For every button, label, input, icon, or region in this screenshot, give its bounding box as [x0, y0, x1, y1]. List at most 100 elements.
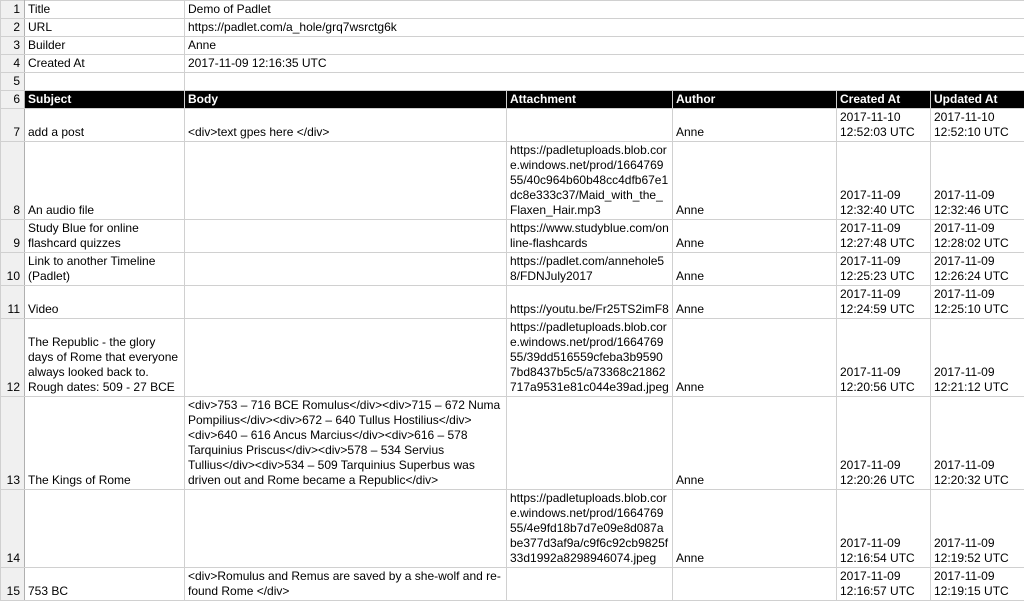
table-row: 13The Kings of Rome<div>753 – 716 BCE Ro…	[1, 397, 1024, 490]
col-attachment-header[interactable]: Attachment	[507, 91, 673, 109]
col-author-header[interactable]: Author	[673, 91, 837, 109]
col-body-header[interactable]: Body	[185, 91, 507, 109]
row-number[interactable]: 11	[1, 286, 25, 319]
row-number[interactable]: 2	[1, 19, 25, 37]
meta-value-cell[interactable]: https://padlet.com/a_hole/grq7wsrctg6k	[185, 19, 1024, 37]
meta-label-cell[interactable]: Builder	[25, 37, 185, 55]
row-number[interactable]: 9	[1, 220, 25, 253]
cell-subject[interactable]: An audio file	[25, 142, 185, 220]
cell-updated[interactable]: 2017-11-09 12:25:10 UTC	[931, 286, 1024, 319]
cell-subject[interactable]: Link to another Timeline (Padlet)	[25, 253, 185, 286]
meta-row: 5	[1, 73, 1024, 91]
table-row: 15753 BC<div>Romulus and Remus are saved…	[1, 568, 1024, 601]
cell-created[interactable]: 2017-11-09 12:24:59 UTC	[837, 286, 931, 319]
cell-body[interactable]	[185, 253, 507, 286]
cell-updated[interactable]: 2017-11-09 12:26:24 UTC	[931, 253, 1024, 286]
meta-row: 4Created At2017-11-09 12:16:35 UTC	[1, 55, 1024, 73]
cell-attachment[interactable]: https://padlet.com/annehole58/FDNJuly201…	[507, 253, 673, 286]
cell-attachment[interactable]	[507, 109, 673, 142]
row-number[interactable]: 1	[1, 1, 25, 19]
meta-label-cell[interactable]	[25, 73, 185, 91]
meta-row: 1TitleDemo of Padlet	[1, 1, 1024, 19]
cell-created[interactable]: 2017-11-09 12:25:23 UTC	[837, 253, 931, 286]
cell-created[interactable]: 2017-11-09 12:20:26 UTC	[837, 397, 931, 490]
table-row: 14 https://padletuploads.blob.core.window…	[1, 490, 1024, 568]
cell-updated[interactable]: 2017-11-10 12:52:10 UTC	[931, 109, 1024, 142]
cell-attachment[interactable]: https://padletuploads.blob.core.windows.…	[507, 142, 673, 220]
cell-updated[interactable]: 2017-11-09 12:19:52 UTC	[931, 490, 1024, 568]
spreadsheet-table[interactable]: 1TitleDemo of Padlet2URLhttps://padlet.c…	[0, 0, 1024, 601]
cell-subject[interactable]	[25, 490, 185, 568]
cell-author[interactable]: Anne	[673, 220, 837, 253]
cell-author[interactable]: Anne	[673, 253, 837, 286]
cell-author[interactable]: Anne	[673, 397, 837, 490]
cell-created[interactable]: 2017-11-09 12:20:56 UTC	[837, 319, 931, 397]
cell-attachment[interactable]: https://youtu.be/Fr25TS2imF8	[507, 286, 673, 319]
cell-author[interactable]: Anne	[673, 319, 837, 397]
row-number[interactable]: 4	[1, 55, 25, 73]
table-row: 10Link to another Timeline (Padlet) https…	[1, 253, 1024, 286]
cell-attachment[interactable]: https://www.studyblue.com/online-flashca…	[507, 220, 673, 253]
cell-body[interactable]: <div>text gpes here </div>	[185, 109, 507, 142]
col-updated-header[interactable]: Updated At	[931, 91, 1024, 109]
col-created-header[interactable]: Created At	[837, 91, 931, 109]
cell-body[interactable]: <div>Romulus and Remus are saved by a sh…	[185, 568, 507, 601]
cell-subject[interactable]: Study Blue for online flashcard quizzes	[25, 220, 185, 253]
table-row: 12The Republic - the glory days of Rome …	[1, 319, 1024, 397]
row-number[interactable]: 13	[1, 397, 25, 490]
cell-updated[interactable]: 2017-11-09 12:28:02 UTC	[931, 220, 1024, 253]
cell-body[interactable]	[185, 286, 507, 319]
col-subject-header[interactable]: Subject	[25, 91, 185, 109]
cell-subject[interactable]: add a post	[25, 109, 185, 142]
cell-created[interactable]: 2017-11-10 12:52:03 UTC	[837, 109, 931, 142]
meta-value-cell[interactable]: Anne	[185, 37, 1024, 55]
meta-label-cell[interactable]: URL	[25, 19, 185, 37]
cell-created[interactable]: 2017-11-09 12:16:57 UTC	[837, 568, 931, 601]
row-number[interactable]: 15	[1, 568, 25, 601]
row-number[interactable]: 14	[1, 490, 25, 568]
cell-author[interactable]: Anne	[673, 286, 837, 319]
cell-attachment[interactable]	[507, 568, 673, 601]
table-row: 7add a post<div>text gpes here </div> Ann…	[1, 109, 1024, 142]
cell-attachment[interactable]: https://padletuploads.blob.core.windows.…	[507, 490, 673, 568]
cell-subject[interactable]: The Republic - the glory days of Rome th…	[25, 319, 185, 397]
cell-updated[interactable]: 2017-11-09 12:32:46 UTC	[931, 142, 1024, 220]
meta-row: 2URLhttps://padlet.com/a_hole/grq7wsrctg…	[1, 19, 1024, 37]
row-number[interactable]: 12	[1, 319, 25, 397]
column-header-row: 6SubjectBodyAttachmentAuthorCreated AtUp…	[1, 91, 1024, 109]
meta-label-cell[interactable]: Title	[25, 1, 185, 19]
cell-body[interactable]	[185, 490, 507, 568]
table-row: 9Study Blue for online flashcard quizzes…	[1, 220, 1024, 253]
cell-author[interactable]: Anne	[673, 142, 837, 220]
row-number[interactable]: 5	[1, 73, 25, 91]
cell-body[interactable]	[185, 142, 507, 220]
meta-value-cell[interactable]: 2017-11-09 12:16:35 UTC	[185, 55, 1024, 73]
cell-body[interactable]	[185, 319, 507, 397]
row-number[interactable]: 3	[1, 37, 25, 55]
cell-author[interactable]: Anne	[673, 109, 837, 142]
cell-updated[interactable]: 2017-11-09 12:19:15 UTC	[931, 568, 1024, 601]
cell-attachment[interactable]: https://padletuploads.blob.core.windows.…	[507, 319, 673, 397]
cell-attachment[interactable]	[507, 397, 673, 490]
row-number[interactable]: 6	[1, 91, 25, 109]
cell-subject[interactable]: 753 BC	[25, 568, 185, 601]
cell-updated[interactable]: 2017-11-09 12:20:32 UTC	[931, 397, 1024, 490]
cell-author[interactable]	[673, 568, 837, 601]
cell-created[interactable]: 2017-11-09 12:27:48 UTC	[837, 220, 931, 253]
table-row: 8An audio file https://padletuploads.blob…	[1, 142, 1024, 220]
cell-body[interactable]: <div>753 – 716 BCE Romulus</div><div>715…	[185, 397, 507, 490]
cell-author[interactable]: Anne	[673, 490, 837, 568]
cell-subject[interactable]: Video	[25, 286, 185, 319]
cell-body[interactable]	[185, 220, 507, 253]
cell-subject[interactable]: The Kings of Rome	[25, 397, 185, 490]
meta-value-cell[interactable]	[185, 73, 1024, 91]
cell-created[interactable]: 2017-11-09 12:16:54 UTC	[837, 490, 931, 568]
row-number[interactable]: 7	[1, 109, 25, 142]
row-number[interactable]: 8	[1, 142, 25, 220]
meta-value-cell[interactable]: Demo of Padlet	[185, 1, 1024, 19]
table-row: 11Videohttps://youtu.be/Fr25TS2imF8Anne2…	[1, 286, 1024, 319]
cell-created[interactable]: 2017-11-09 12:32:40 UTC	[837, 142, 931, 220]
cell-updated[interactable]: 2017-11-09 12:21:12 UTC	[931, 319, 1024, 397]
meta-label-cell[interactable]: Created At	[25, 55, 185, 73]
row-number[interactable]: 10	[1, 253, 25, 286]
